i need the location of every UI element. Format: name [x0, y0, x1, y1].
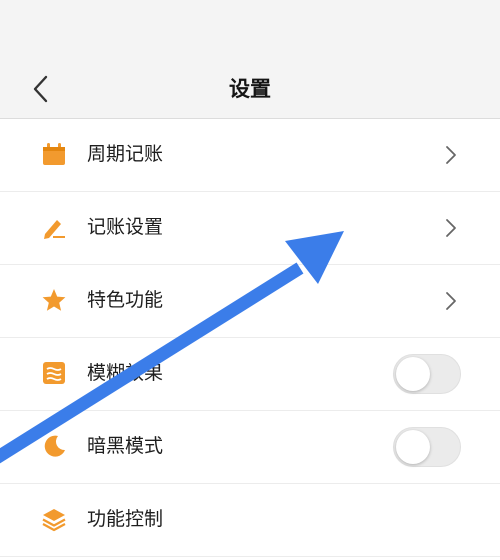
blur-effect-toggle[interactable] — [393, 354, 461, 394]
pen-icon — [44, 220, 65, 239]
chevron-right-icon — [446, 219, 456, 237]
chevron-right-icon — [446, 292, 456, 310]
settings-item-label: 暗黑模式 — [87, 435, 164, 457]
settings-item-label: 功能控制 — [87, 508, 164, 530]
settings-item-bookkeeping-settings[interactable]: 记账设置 — [0, 192, 500, 265]
moon-icon — [44, 435, 65, 457]
dark-mode-toggle[interactable] — [393, 427, 461, 467]
toggle-knob — [396, 430, 430, 464]
toggle-knob — [396, 357, 430, 391]
settings-item-dark-mode: 暗黑模式 — [0, 411, 500, 484]
settings-item-blur-effect: 模糊效果 — [0, 338, 500, 411]
settings-item-label: 记账设置 — [87, 216, 164, 238]
settings-item-special-features[interactable]: 特色功能 — [0, 265, 500, 338]
layers-icon — [42, 509, 66, 532]
blur-icon — [43, 362, 65, 384]
status-area — [0, 0, 500, 60]
settings-list: 周期记账 记账设置 特色功能 模糊效果 暗黑模式 功能控制 — [0, 119, 500, 557]
star-icon — [42, 289, 66, 311]
settings-item-label: 特色功能 — [87, 289, 164, 311]
calendar-icon — [43, 143, 65, 165]
settings-item-label: 模糊效果 — [87, 362, 164, 384]
page-title: 设置 — [229, 77, 271, 101]
settings-item-label: 周期记账 — [87, 143, 164, 165]
chevron-right-icon — [446, 146, 456, 164]
settings-item-feature-control[interactable]: 功能控制 — [0, 484, 500, 557]
settings-item-periodic-bookkeeping[interactable]: 周期记账 — [0, 119, 500, 192]
navigation-bar: 设置 — [0, 60, 500, 119]
